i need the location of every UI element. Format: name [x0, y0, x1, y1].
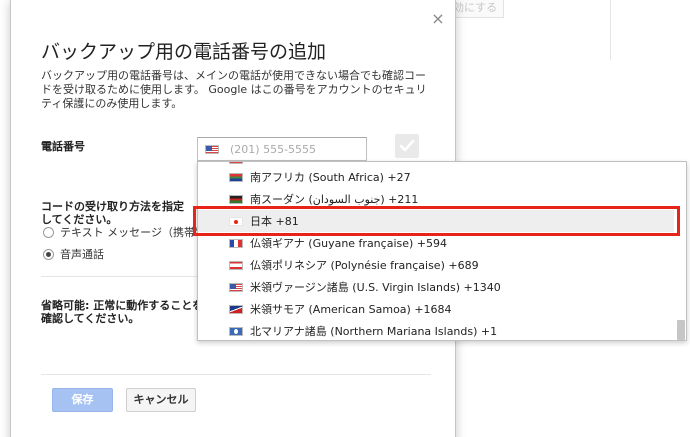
phone-placeholder-text: (201) 555-5555	[230, 143, 317, 156]
country-item-label: 南スーダン (جنوب السودان) +211	[250, 193, 419, 206]
dialog-title: バックアップ用の電話番号の追加	[41, 41, 327, 63]
background-panel-edge	[610, 0, 611, 60]
flag-icon	[229, 162, 243, 164]
country-item-northern-mariana-islands[interactable]: 北マリアナ諸島 (Northern Mariana Islands) +1	[198, 320, 674, 340]
country-item-label: 米領サモア (American Samoa) +1684	[250, 303, 452, 316]
cancel-button[interactable]: キャンセル	[126, 388, 196, 412]
radio-voice-call[interactable]: 音声通話	[43, 246, 104, 262]
country-item-label: 日本 +81	[250, 215, 299, 228]
country-item-label: 北マリアナ諸島 (Northern Mariana Islands) +1	[250, 325, 498, 338]
checkmark-icon	[399, 139, 415, 152]
ss-flag-icon	[229, 194, 243, 204]
delivery-method-label: コードの受け取り方法を指定してください。	[41, 200, 184, 226]
jp-flag-icon	[229, 216, 243, 226]
country-item-label: 米領ヴァージン諸島 (U.S. Virgin Islands) +1340	[250, 281, 501, 294]
us-flag-icon[interactable]	[205, 145, 219, 154]
optional-verify-label: 省略可能: 正常に動作することを確認してください。	[41, 299, 204, 325]
country-item-label: 南アフリカ (South Africa) +27	[250, 171, 411, 184]
radio-text-message-label: テキスト メッセージ（携帯電話	[60, 226, 213, 239]
country-item-us-virgin-islands[interactable]: 米領ヴァージン諸島 (U.S. Virgin Islands) +1340	[198, 276, 674, 298]
za-flag-icon	[229, 172, 243, 182]
country-item-south-sudan[interactable]: 南スーダン (جنوب السودان) +211	[198, 188, 674, 210]
country-item-south-africa[interactable]: 南アフリカ (South Africa) +27	[198, 166, 674, 188]
divider	[41, 374, 431, 375]
phone-number-label: 電話番号	[41, 140, 85, 153]
verify-check-button[interactable]	[395, 134, 419, 158]
divider	[41, 276, 207, 277]
phone-number-input[interactable]: (201) 555-5555	[197, 137, 367, 161]
gf-flag-icon	[229, 238, 243, 248]
country-item-japan[interactable]: 日本 +81	[198, 210, 674, 232]
dropdown-scrollbar[interactable]	[677, 320, 685, 340]
country-item-label: 仏領ポリネシア (Polynésie française) +689	[250, 259, 479, 272]
close-icon[interactable]: ×	[430, 11, 446, 27]
save-button[interactable]: 保存	[52, 388, 113, 412]
dialog-description: バックアップ用の電話番号は、メインの電話が使用できない場合でも確認コードを受け取…	[41, 69, 427, 110]
radio-button-checked[interactable]	[43, 248, 54, 260]
radio-voice-call-label: 音声通話	[60, 248, 104, 261]
country-item-french-guiana[interactable]: 仏領ギアナ (Guyane française) +594	[198, 232, 674, 254]
as-flag-icon	[229, 304, 243, 314]
radio-text-message[interactable]: テキスト メッセージ（携帯電話	[43, 224, 213, 240]
country-item-label: 仏領ギアナ (Guyane française) +594	[250, 237, 448, 250]
country-item-american-samoa[interactable]: 米領サモア (American Samoa) +1684	[198, 298, 674, 320]
pf-flag-icon	[229, 260, 243, 270]
vi-flag-icon	[229, 282, 243, 292]
country-item-french-polynesia[interactable]: 仏領ポリネシア (Polynésie française) +689	[198, 254, 674, 276]
radio-button[interactable]	[43, 226, 54, 238]
country-dropdown-list[interactable]: 南アフリカ (South Africa) +27 南スーダン (جنوب الس…	[197, 161, 687, 341]
mp-flag-icon	[229, 326, 243, 336]
